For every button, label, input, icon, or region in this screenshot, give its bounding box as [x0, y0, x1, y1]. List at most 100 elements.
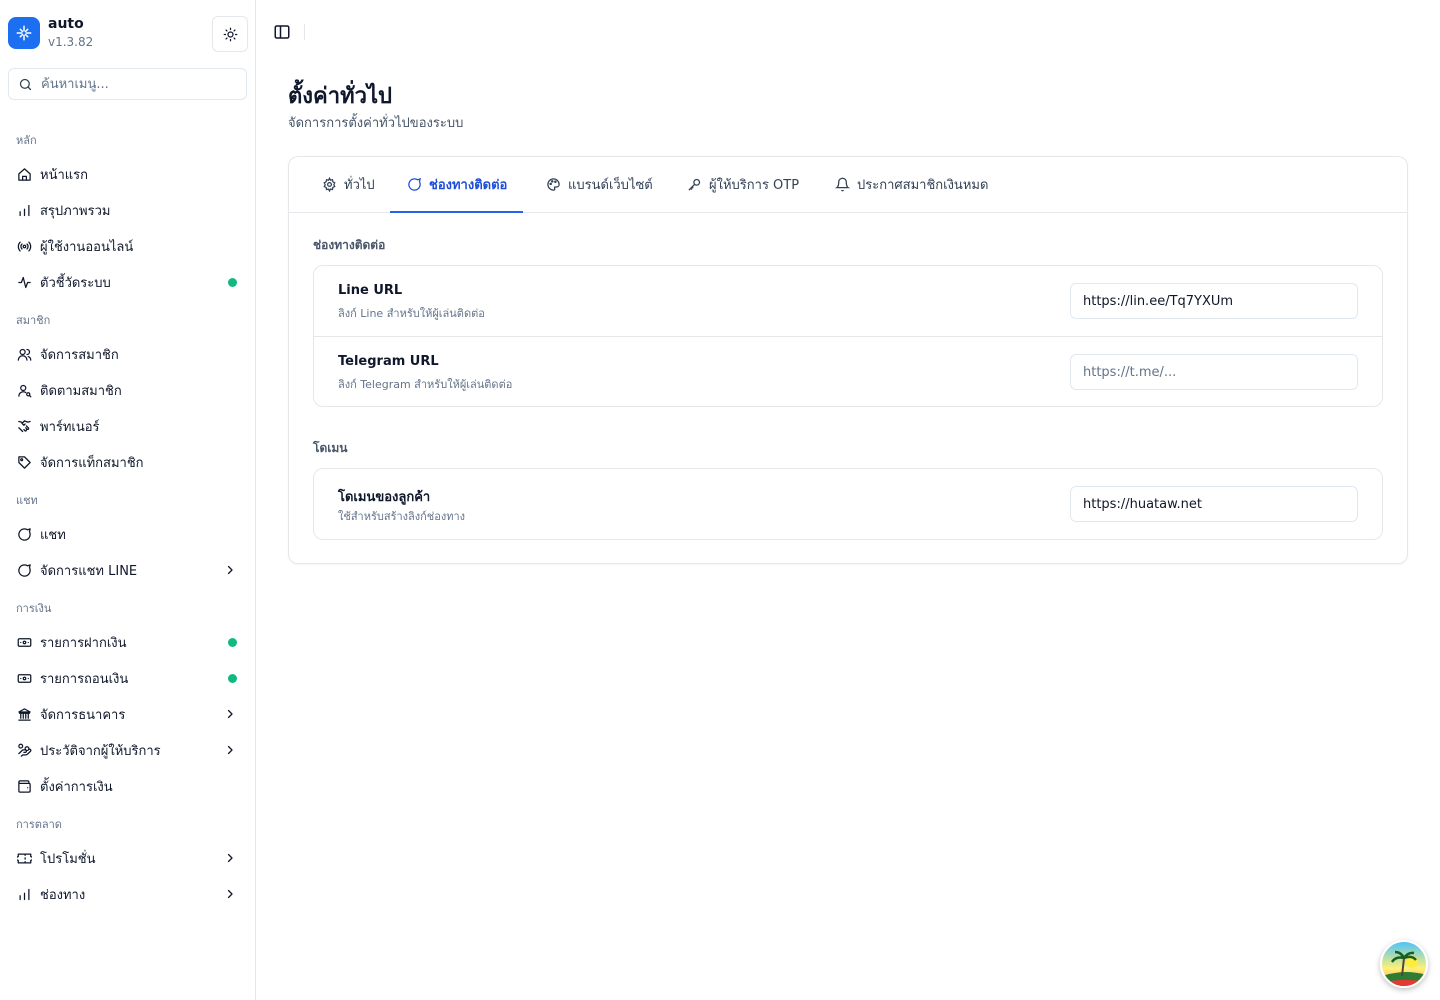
message-circle-icon [16, 562, 32, 578]
sidebar-item-label: จัดการธนาคาร [40, 707, 126, 723]
sidebar-item[interactable]: จัดการแท็กสมาชิก [8, 444, 248, 480]
sidebar-item-label: ผู้ใช้งานออนไลน์ [40, 239, 134, 255]
sidebar-item[interactable]: จัดการสมาชิก [8, 336, 248, 372]
sidebar-item[interactable]: จัดการธนาคาร [8, 696, 248, 732]
tab-website-brand[interactable]: แบรนด์เว็บไซต์ [529, 157, 669, 212]
landmark-icon [16, 706, 32, 722]
sidebar-item[interactable]: จัดการแชท LINE [8, 552, 248, 588]
sidebar-item-label: จัดการสมาชิก [40, 347, 119, 363]
setting-title: Telegram URL [338, 354, 439, 369]
sidebar-group-label: แชท [16, 494, 38, 507]
chevron-right-icon[interactable] [224, 852, 236, 864]
setting-row-line-url: Line URL ลิงก์ Line สำหรับให้ผู้เล่นติดต… [314, 266, 1382, 336]
sidebar-item-label: ประวัติจากผู้ให้บริการ [40, 743, 161, 759]
tab-member-out-of-credit-notice[interactable]: ประกาศสมาชิกเงินหมด [818, 157, 1004, 212]
sidebar-search [8, 68, 247, 100]
app-logo[interactable] [8, 17, 40, 49]
sidebar-item[interactable]: สรุปภาพรวม [8, 192, 248, 228]
sidebar-item-label: รายการถอนเงิน [40, 671, 129, 687]
bell-icon [834, 177, 850, 193]
sidebar-item[interactable]: โปรโมชั่น [8, 840, 248, 876]
sidebar-group-label: การเงิน [16, 602, 52, 615]
sidebar-item[interactable]: ตั้งค่าการเงิน [8, 768, 248, 804]
setting-title: โดเมนของลูกค้า [338, 490, 431, 505]
contact-settings-box: Line URL ลิงก์ Line สำหรับให้ผู้เล่นติดต… [313, 265, 1383, 407]
line-url-input[interactable] [1070, 283, 1358, 319]
tab-contact-channels[interactable]: ช่องทางติดต่อ [390, 157, 524, 213]
search-icon [19, 78, 32, 91]
sidebar-item[interactable]: ผู้ใช้งานออนไลน์ [8, 228, 248, 264]
tab-label: ประกาศสมาชิกเงินหมด [857, 178, 989, 193]
sidebar-item-label: ติดตามสมาชิก [40, 383, 122, 399]
banknote-out-icon [16, 670, 32, 686]
user-avatar[interactable] [1380, 940, 1428, 988]
tag-icon [16, 454, 32, 470]
chevron-right-icon[interactable] [224, 564, 236, 576]
sidebar-item[interactable]: รายการถอนเงิน [8, 660, 248, 696]
page-subtitle: จัดการการตั้งค่าทั่วไปของระบบ [288, 116, 464, 131]
chevron-right-icon[interactable] [224, 744, 236, 756]
telegram-url-input[interactable] [1070, 354, 1358, 390]
sidebar-item-label: หน้าแรก [40, 167, 88, 183]
theme-toggle-button[interactable] [212, 16, 248, 52]
setting-description: ลิงก์ Telegram สำหรับให้ผู้เล่นติดต่อ [338, 378, 513, 391]
tab-otp-provider[interactable]: ผู้ให้บริการ OTP [670, 157, 815, 212]
sidebar-item-label: โปรโมชั่น [40, 851, 96, 867]
sidebar-item-label: ตั้งค่าการเงิน [40, 779, 113, 795]
settings-card: ทั่วไป ช่องทางติดต่อ แบรนด์เว็บไซต์ ผู้ใ… [288, 156, 1408, 564]
tab-label: ช่องทางติดต่อ [429, 177, 508, 193]
sidebar-item[interactable]: แชท [8, 516, 248, 552]
sidebar-item[interactable]: รายการฝากเงิน [8, 624, 248, 660]
chevron-right-icon[interactable] [224, 888, 236, 900]
status-dot [228, 638, 237, 647]
sidebar-nav: หลักหน้าแรกสรุปภาพรวมผู้ใช้งานออนไลน์ตัว… [0, 120, 256, 912]
topbar [256, 0, 1440, 64]
message-circle-icon [406, 176, 422, 192]
sidebar-item[interactable]: ตัวชี้วัดระบบ [8, 264, 248, 300]
topbar-separator [304, 24, 305, 40]
sidebar-item-label: แชท [40, 527, 66, 543]
wallet-icon [16, 778, 32, 794]
setting-title: Line URL [338, 283, 403, 298]
sidebar-item-label: จัดการแท็กสมาชิก [40, 455, 144, 471]
setting-row-customer-domain: โดเมนของลูกค้า ใช้สำหรับสร้างลิงก์ช่องทา… [314, 469, 1382, 539]
banknote-in-icon [16, 634, 32, 650]
sidebar-item-label: พาร์ทเนอร์ [40, 419, 100, 435]
chevron-right-icon[interactable] [224, 708, 236, 720]
customer-domain-input[interactable] [1070, 486, 1358, 522]
sidebar-item[interactable]: พาร์ทเนอร์ [8, 408, 248, 444]
sidebar-item[interactable]: ช่องทาง [8, 876, 248, 912]
bar-chart-icon [16, 886, 32, 902]
settings-tabs: ทั่วไป ช่องทางติดต่อ แบรนด์เว็บไซต์ ผู้ใ… [289, 157, 1407, 213]
sidebar-toggle-button[interactable] [272, 22, 292, 42]
status-dot [228, 674, 237, 683]
tab-label: ผู้ให้บริการ OTP [709, 178, 800, 193]
sidebar-item[interactable]: หน้าแรก [8, 156, 248, 192]
menu-search-input[interactable] [41, 69, 241, 99]
users-icon [16, 346, 32, 362]
app-version: v1.3.82 [48, 35, 94, 49]
user-search-icon [16, 382, 32, 398]
ticket-icon [16, 850, 32, 866]
logo-icon [16, 25, 32, 41]
sidebar-item-label: รายการฝากเงิน [40, 635, 127, 651]
sidebar-item[interactable]: ประวัติจากผู้ให้บริการ [8, 732, 248, 768]
sidebar-item[interactable]: ติดตามสมาชิก [8, 372, 248, 408]
tab-general[interactable]: ทั่วไป [305, 157, 391, 212]
handshake-icon [16, 418, 32, 434]
palette-icon [545, 177, 561, 193]
section-label-domain: โดเมน [313, 441, 348, 455]
sidebar-group-label: หลัก [16, 134, 37, 147]
sidebar-group-label: สมาชิก [16, 314, 51, 327]
setting-description: ใช้สำหรับสร้างลิงก์ช่องทาง [338, 510, 466, 523]
status-dot [228, 278, 237, 287]
radio-icon [16, 238, 32, 254]
section-label-contact: ช่องทางติดต่อ [313, 238, 386, 252]
key-icon [686, 177, 702, 193]
gear-icon [321, 177, 337, 193]
sidebar-item-label: สรุปภาพรวม [40, 203, 111, 219]
message-circle-icon [16, 526, 32, 542]
sidebar-header: auto v1.3.82 [8, 16, 248, 52]
avatar-image [1382, 942, 1426, 986]
tab-label: แบรนด์เว็บไซต์ [568, 178, 653, 193]
